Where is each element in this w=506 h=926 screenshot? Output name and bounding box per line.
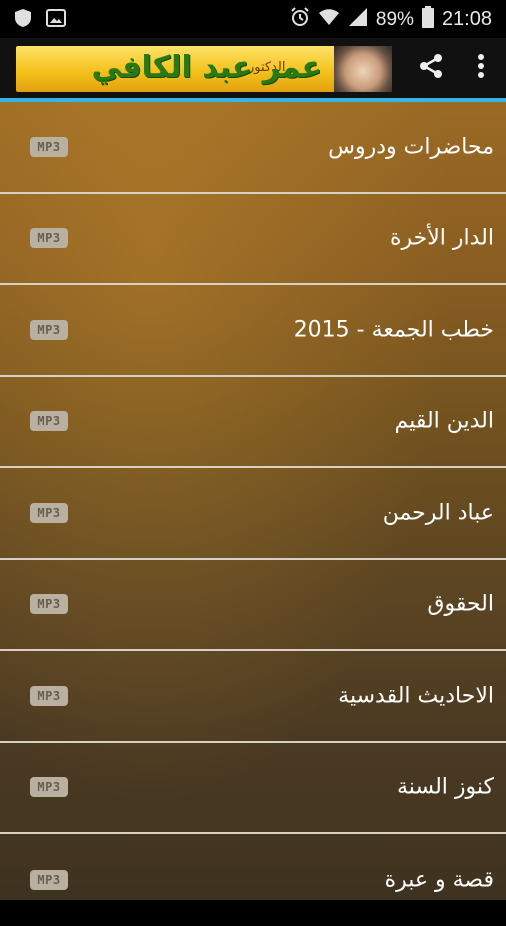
share-icon — [416, 51, 446, 85]
app-bar: الدكتور عمر عبد الكافي — [0, 38, 506, 98]
overflow-menu-button[interactable] — [456, 38, 506, 98]
app-banner: الدكتور عمر عبد الكافي — [16, 46, 392, 92]
battery-percentage: 89% — [375, 8, 414, 30]
list-item-label: خطب الجمعة - 2015 — [293, 317, 494, 343]
list-item[interactable]: MP3 عباد الرحمن — [0, 468, 506, 560]
lecture-list: MP3 محاضرات ودروس MP3 الدار الأخرة MP3 خ… — [0, 102, 506, 900]
mp3-badge: MP3 — [30, 685, 68, 706]
status-bar: 89% 21:08 — [0, 0, 506, 38]
list-item[interactable]: MP3 قصة و عبرة — [0, 834, 506, 926]
signal-icon — [348, 7, 368, 32]
list-item-label: الاحاديث القدسية — [338, 683, 494, 709]
image-icon — [46, 8, 66, 32]
list-item[interactable]: MP3 خطب الجمعة - 2015 — [0, 285, 506, 377]
list-item[interactable]: MP3 محاضرات ودروس — [0, 102, 506, 194]
banner-photo — [334, 46, 392, 92]
list-item[interactable]: MP3 الاحاديث القدسية — [0, 651, 506, 743]
list-item[interactable]: MP3 الدين القيم — [0, 377, 506, 468]
list-item-label: الدار الأخرة — [389, 225, 494, 251]
battery-icon — [421, 6, 434, 33]
share-button[interactable] — [406, 38, 456, 98]
shield-icon — [14, 8, 32, 32]
mp3-badge: MP3 — [30, 502, 68, 523]
list-item[interactable]: MP3 الدار الأخرة — [0, 194, 506, 285]
mp3-badge: MP3 — [30, 411, 68, 432]
list-item[interactable]: MP3 كنوز السنة — [0, 743, 506, 834]
list-item[interactable]: MP3 الحقوق — [0, 560, 506, 651]
alarm-icon — [290, 7, 310, 32]
mp3-badge: MP3 — [30, 228, 68, 249]
mp3-badge: MP3 — [30, 869, 68, 890]
mp3-badge: MP3 — [30, 594, 68, 615]
mp3-badge: MP3 — [30, 319, 68, 340]
list-item-label: قصة و عبرة — [384, 867, 494, 893]
mp3-badge: MP3 — [30, 777, 68, 798]
wifi-icon — [318, 7, 340, 32]
list-item-label: عباد الرحمن — [382, 500, 494, 526]
list-item-label: محاضرات ودروس — [328, 134, 494, 160]
list-item-label: الدين القيم — [394, 408, 494, 434]
list-item-label: كنوز السنة — [397, 774, 494, 800]
list-item-label: الحقوق — [427, 591, 494, 617]
banner-title: عمر عبد الكافي — [91, 50, 322, 85]
mp3-badge: MP3 — [30, 136, 68, 157]
clock: 21:08 — [441, 8, 492, 30]
overflow-menu-icon — [477, 53, 485, 83]
